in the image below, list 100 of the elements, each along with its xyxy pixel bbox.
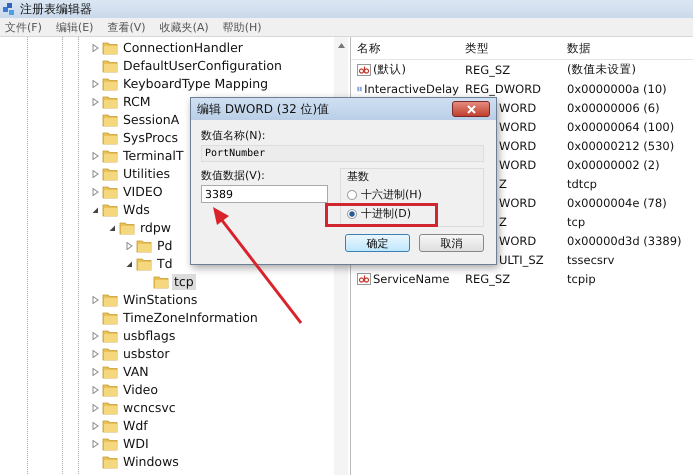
menu-item[interactable]: 文件(F) bbox=[0, 20, 51, 34]
tree-item[interactable]: Video bbox=[121, 382, 160, 398]
close-button[interactable] bbox=[452, 101, 490, 117]
expand-arrow-icon[interactable] bbox=[92, 368, 99, 376]
window-title: 注册表编辑器 bbox=[20, 0, 92, 18]
column-header[interactable]: 名称 bbox=[351, 40, 459, 56]
value-name[interactable]: (默认) bbox=[373, 62, 406, 77]
value-data-field[interactable]: 3389 bbox=[201, 185, 328, 203]
value-type: WORD bbox=[499, 100, 536, 114]
tree-item[interactable]: Windows bbox=[121, 454, 181, 470]
column-header[interactable]: 类型 bbox=[459, 40, 567, 56]
registry-icon bbox=[2, 2, 16, 16]
tree-item[interactable]: rdpw bbox=[138, 220, 174, 236]
folder-icon bbox=[102, 113, 118, 127]
collapse-arrow-icon[interactable] bbox=[109, 224, 116, 232]
tree-item[interactable]: RCM bbox=[121, 94, 153, 110]
tree-item[interactable]: SysProcs bbox=[121, 130, 180, 146]
expand-arrow-icon[interactable] bbox=[92, 332, 99, 340]
folder-icon bbox=[136, 257, 152, 271]
tree-item[interactable]: TimeZoneInformation bbox=[121, 310, 260, 326]
radio-button[interactable] bbox=[347, 208, 357, 218]
dialog-button[interactable]: 确定 bbox=[345, 234, 410, 252]
value-type: WORD bbox=[499, 234, 536, 248]
collapse-arrow-icon[interactable] bbox=[126, 260, 133, 268]
expand-arrow-icon[interactable] bbox=[92, 152, 99, 160]
tree-item[interactable]: KeyboardType Mapping bbox=[121, 76, 270, 92]
expand-arrow-icon[interactable] bbox=[92, 350, 99, 358]
expand-arrow-icon[interactable] bbox=[92, 170, 99, 178]
scroll-up-icon[interactable] bbox=[338, 43, 344, 48]
radio-button[interactable] bbox=[347, 190, 357, 200]
value-data: 0x0000000a (10) bbox=[567, 82, 667, 96]
tree-item[interactable]: TerminalT bbox=[121, 148, 186, 164]
tree-item[interactable]: Td bbox=[155, 256, 175, 272]
menu-item[interactable]: 编辑(E) bbox=[50, 20, 102, 34]
value-name-field[interactable]: PortNumber bbox=[201, 145, 484, 162]
tree-item[interactable]: usbflags bbox=[121, 328, 178, 344]
folder-icon bbox=[102, 437, 118, 451]
value-type: REG_DWORD bbox=[465, 82, 542, 96]
folder-icon bbox=[102, 329, 118, 343]
expand-arrow-icon[interactable] bbox=[92, 188, 99, 196]
string-value-icon bbox=[357, 64, 371, 76]
string-value-icon bbox=[357, 272, 371, 284]
value-type: WORD bbox=[499, 158, 536, 172]
value-name[interactable]: InteractiveDelay bbox=[364, 82, 459, 96]
folder-icon bbox=[102, 383, 118, 397]
tree-item[interactable]: Wds bbox=[121, 202, 152, 218]
field-label: 数值名称(N): bbox=[201, 128, 267, 143]
folder-icon bbox=[102, 77, 118, 91]
expand-arrow-icon[interactable] bbox=[92, 98, 99, 106]
tree-item[interactable]: usbstor bbox=[121, 346, 172, 362]
tree-item[interactable]: wcncsvc bbox=[121, 400, 178, 416]
tree-item[interactable]: Wdf bbox=[121, 418, 150, 434]
menu-item[interactable]: 查看(V) bbox=[102, 20, 155, 34]
expand-arrow-icon[interactable] bbox=[92, 80, 99, 88]
tree-item[interactable]: WDI bbox=[121, 436, 151, 452]
folder-icon bbox=[153, 275, 169, 289]
expand-arrow-icon[interactable] bbox=[92, 386, 99, 394]
expand-arrow-icon[interactable] bbox=[92, 296, 99, 304]
expand-arrow-icon[interactable] bbox=[92, 44, 99, 52]
tree-item[interactable]: DefaultUserConfiguration bbox=[121, 58, 284, 74]
tree-item[interactable]: ConnectionHandler bbox=[121, 40, 245, 56]
value-data: tcpip bbox=[567, 272, 596, 286]
value-type: Z bbox=[499, 176, 507, 190]
tree-item[interactable]: Pd bbox=[155, 238, 174, 254]
tree-item[interactable]: VIDEO bbox=[121, 184, 165, 200]
expand-arrow-icon[interactable] bbox=[92, 404, 99, 412]
expand-arrow-icon[interactable] bbox=[92, 440, 99, 448]
value-data: 0x00000d3d (3389) bbox=[567, 234, 682, 248]
value-type: WORD bbox=[499, 120, 536, 134]
radio-label[interactable]: 十六进制(H) bbox=[361, 187, 422, 202]
folder-icon bbox=[102, 185, 118, 199]
tree-item[interactable]: WinStations bbox=[121, 292, 200, 308]
expand-arrow-icon[interactable] bbox=[126, 242, 133, 250]
folder-icon bbox=[102, 41, 118, 55]
value-name[interactable]: ServiceName bbox=[373, 272, 450, 286]
folder-icon bbox=[136, 239, 152, 253]
tree-item[interactable]: tcp bbox=[172, 274, 196, 290]
close-icon bbox=[466, 104, 476, 114]
folder-icon bbox=[102, 203, 118, 217]
tree-item[interactable]: VAN bbox=[121, 364, 151, 380]
folder-icon bbox=[102, 95, 118, 109]
folder-icon bbox=[102, 401, 118, 415]
dialog-button[interactable]: 取消 bbox=[419, 234, 484, 252]
folder-icon bbox=[102, 149, 118, 163]
value-data: 0x00000006 (6) bbox=[567, 100, 660, 114]
menu-item[interactable]: 收藏夹(A) bbox=[154, 20, 218, 34]
folder-icon bbox=[102, 419, 118, 433]
collapse-arrow-icon[interactable] bbox=[92, 206, 99, 214]
menu-item[interactable]: 帮助(H) bbox=[218, 20, 271, 34]
value-data: 0x0000004e (78) bbox=[567, 196, 667, 210]
group-label: 基数 bbox=[347, 169, 370, 184]
tree-item[interactable]: Utilities bbox=[121, 166, 172, 182]
folder-icon bbox=[102, 347, 118, 361]
column-header[interactable]: 数据 bbox=[567, 40, 693, 56]
folder-icon bbox=[102, 311, 118, 325]
tree-item[interactable]: SessionA bbox=[121, 112, 182, 128]
folder-icon bbox=[102, 167, 118, 181]
radio-label[interactable]: 十进制(D) bbox=[361, 206, 412, 221]
expand-arrow-icon[interactable] bbox=[92, 422, 99, 430]
folder-icon bbox=[119, 221, 135, 235]
